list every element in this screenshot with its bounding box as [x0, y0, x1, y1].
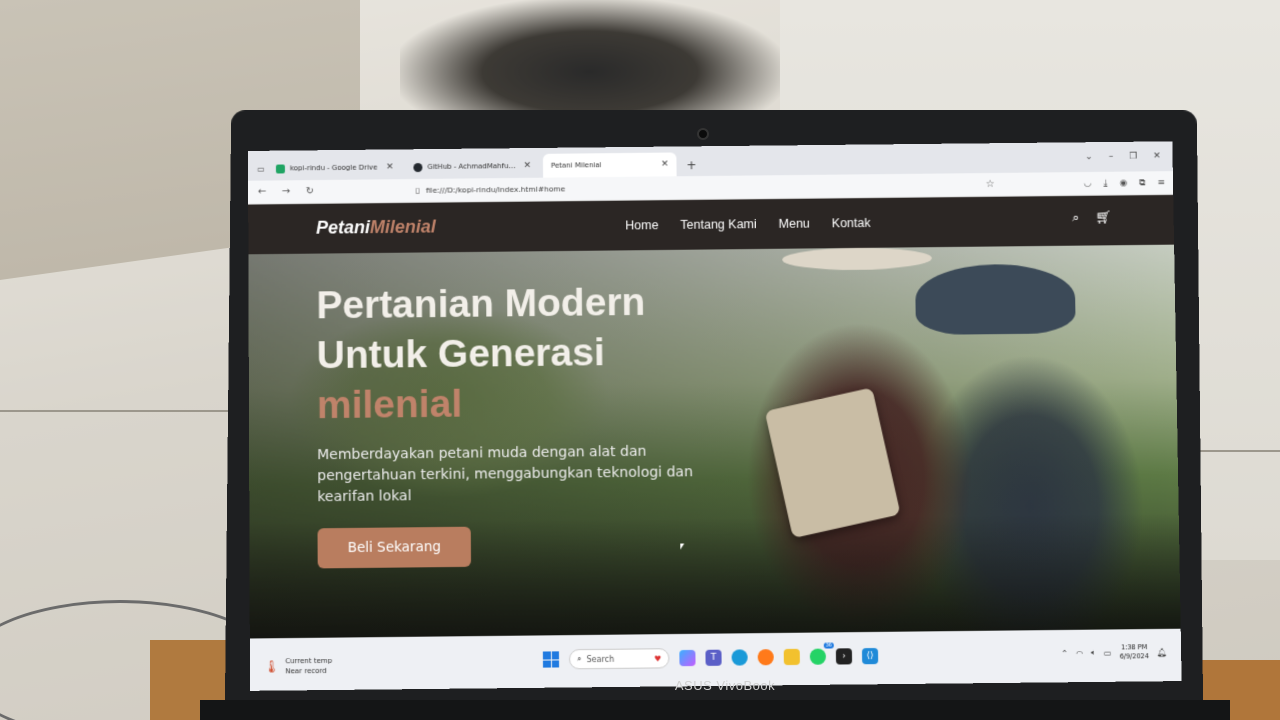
hero-section: Pertanian Modern Untuk Generasi milenial…	[248, 244, 1181, 639]
battery-icon[interactable]: ▭	[1104, 648, 1112, 657]
floor-tile-line	[0, 410, 230, 412]
system-clock[interactable]: 1:38 PM 6/9/2024	[1119, 643, 1149, 661]
nav-home[interactable]: Home	[625, 218, 658, 232]
file-explorer-icon[interactable]	[783, 648, 800, 666]
browser-tab[interactable]: kopi-rindu - Google Drive ✕	[268, 155, 402, 180]
webcam	[697, 128, 709, 140]
browser-toolbar-icons: ◡ ⤓ ◉ ⧉ ≡	[1084, 178, 1166, 189]
hero-photo-hat	[914, 263, 1076, 335]
clock-date: 6/9/2024	[1119, 652, 1149, 661]
window-controls: ⌄ – ❐ ✕	[1073, 151, 1173, 172]
weather-line2: Near record	[285, 666, 327, 676]
copilot-icon[interactable]	[679, 649, 696, 667]
weather-widget[interactable]: 🌡︎ Current temp Near record	[264, 656, 332, 677]
notification-badge: 36	[823, 642, 834, 649]
bookmark-star-icon[interactable]: ☆	[986, 179, 995, 190]
firefox-icon[interactable]	[757, 649, 774, 666]
logo-accent: Milenial	[369, 216, 436, 238]
teams-icon[interactable]: T	[705, 649, 722, 666]
google-drive-icon	[275, 163, 285, 174]
site-logo[interactable]: PetaniMilenial	[316, 217, 436, 239]
maximize-icon[interactable]: ❐	[1129, 152, 1137, 162]
weather-text: Current temp Near record	[285, 656, 332, 677]
browser-tab[interactable]: GitHub - AchmadMahfud76/ko ✕	[405, 154, 539, 179]
downloads-icon[interactable]: ⤓	[1103, 178, 1107, 188]
minimize-icon[interactable]: –	[1109, 152, 1114, 162]
hero-subtitle: Memberdayakan petani muda dengan alat da…	[317, 443, 693, 506]
close-tab-icon[interactable]: ✕	[386, 162, 394, 172]
weather-line1: Current temp	[285, 656, 333, 666]
close-window-icon[interactable]: ✕	[1153, 151, 1161, 161]
mouse-cursor	[680, 543, 685, 550]
tab-title: kopi-rindu - Google Drive	[289, 163, 378, 173]
vscode-icon[interactable]: ⟨⟩	[861, 647, 879, 665]
show-hidden-icons-icon[interactable]: ⌃	[1061, 649, 1068, 658]
extensions-icon[interactable]: ⧉	[1139, 178, 1146, 188]
hero-photo-hat	[782, 247, 933, 271]
thermometer-icon: 🌡︎	[263, 659, 280, 674]
search-icon: ⌕	[577, 654, 582, 664]
laptop-screen: ▭ kopi-rindu - Google Drive ✕ GitHub - A…	[247, 141, 1182, 691]
nav-kontak[interactable]: Kontak	[832, 216, 871, 230]
url-text: file:///D:/kopi-rindu/index.html#home	[425, 184, 566, 195]
nav-menu[interactable]: Menu	[779, 217, 810, 231]
hero-title: Pertanian Modern Untuk Generasi milenial	[316, 277, 777, 431]
url-bar[interactable]: ▯ file:///D:/kopi-rindu/index.html#home	[416, 176, 934, 199]
laptop-brand-label: ASUS VivoBook	[674, 678, 776, 693]
file-icon: ▯	[415, 185, 420, 195]
search-icon[interactable]: ⌕	[1072, 211, 1079, 226]
new-tab-icon[interactable]: +	[680, 158, 702, 176]
site-header-icons: ⌕ 🛒︎	[1072, 210, 1112, 225]
nav-tentang-kami[interactable]: Tentang Kami	[680, 217, 756, 232]
pocket-icon[interactable]: ◡	[1084, 178, 1092, 188]
github-icon	[413, 162, 423, 172]
taskbar-apps: ⌕ Search ♥ T 36 › ⟨⟩	[542, 642, 879, 670]
buy-now-button[interactable]: Beli Sekarang	[317, 526, 472, 569]
sidebar-toggle-icon[interactable]: ▭	[254, 157, 268, 181]
hero-title-line1: Pertanian Modern	[316, 281, 646, 328]
windows-start-icon[interactable]	[542, 651, 560, 668]
laptop-base	[200, 700, 1230, 720]
hero-content: Pertanian Modern Untuk Generasi milenial…	[316, 277, 778, 569]
browser-tab-active[interactable]: Petani Milenial ✕	[542, 152, 677, 178]
notification-bell-icon[interactable]: 🔔︎	[1157, 647, 1167, 656]
system-tray: ⌃ ◠ 🔈︎ ▭ 1:38 PM 6/9/2024 🔔︎	[1061, 643, 1167, 662]
wifi-icon[interactable]: ◠	[1076, 648, 1083, 657]
whatsapp-icon[interactable]: 36	[809, 642, 834, 665]
edge-icon[interactable]	[731, 649, 748, 666]
shelf-objects	[400, 0, 780, 120]
back-icon[interactable]: ←	[256, 187, 268, 198]
taskbar-search[interactable]: ⌕ Search ♥	[568, 648, 670, 670]
hero-photo-tablet	[764, 387, 901, 539]
menu-icon[interactable]: ≡	[1157, 178, 1165, 188]
account-icon[interactable]: ◉	[1119, 178, 1127, 188]
forward-icon[interactable]: →	[280, 186, 292, 197]
logo-main: Petani	[316, 217, 371, 238]
site-nav: Home Tentang Kami Menu Kontak	[625, 216, 870, 232]
clock-time: 1:38 PM	[1120, 643, 1148, 652]
hero-title-line2: Untuk Generasi	[316, 331, 605, 378]
search-highlight-icon: ♥	[654, 653, 662, 663]
terminal-icon[interactable]: ›	[835, 648, 853, 665]
taskbar-search-label: Search	[586, 654, 615, 664]
close-tab-icon[interactable]: ✕	[523, 161, 531, 171]
close-tab-icon[interactable]: ✕	[661, 159, 669, 169]
cart-icon[interactable]: 🛒︎	[1095, 210, 1112, 225]
tab-title: Petani Milenial	[550, 161, 602, 170]
tab-list-icon[interactable]: ⌄	[1085, 152, 1093, 162]
reload-icon[interactable]: ↻	[304, 186, 316, 197]
hero-title-accent: milenial	[316, 382, 463, 428]
tab-title: GitHub - AchmadMahfud76/ko	[427, 162, 519, 171]
volume-icon[interactable]: 🔈︎	[1091, 648, 1096, 658]
